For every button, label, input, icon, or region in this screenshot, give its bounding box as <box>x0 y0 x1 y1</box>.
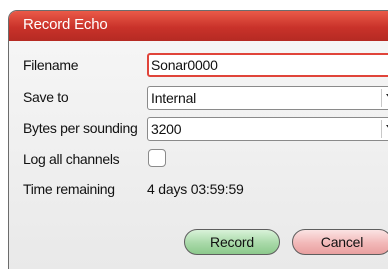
time-remaining-label: Time remaining <box>23 181 115 197</box>
dialog-title: Record Echo <box>23 16 108 33</box>
bytes-per-sounding-value: 3200 <box>151 121 182 137</box>
save-to-label: Save to <box>23 89 69 105</box>
record-echo-dialog: Record Echo Filename Sonar0000 Save to I… <box>8 10 388 269</box>
dropdown-divider <box>381 89 382 107</box>
time-remaining-value: 4 days 03:59:59 <box>147 181 244 197</box>
log-all-channels-label: Log all channels <box>23 151 120 167</box>
log-all-channels-checkbox[interactable] <box>148 149 166 167</box>
filename-field[interactable]: Sonar0000 <box>147 53 388 77</box>
cancel-button[interactable]: Cancel <box>292 229 388 255</box>
dropdown-divider <box>381 120 382 138</box>
cancel-button-label: Cancel <box>320 234 364 250</box>
bytes-per-sounding-label: Bytes per sounding <box>23 120 138 136</box>
bytes-per-sounding-dropdown[interactable]: 3200 <box>147 117 388 141</box>
record-button-label: Record <box>210 234 254 250</box>
dialog-titlebar: Record Echo <box>9 11 388 41</box>
filename-label: Filename <box>23 57 79 73</box>
record-button[interactable]: Record <box>184 229 280 255</box>
save-to-dropdown[interactable]: Internal <box>147 86 388 110</box>
save-to-value: Internal <box>151 90 197 106</box>
filename-value: Sonar0000 <box>151 57 218 73</box>
